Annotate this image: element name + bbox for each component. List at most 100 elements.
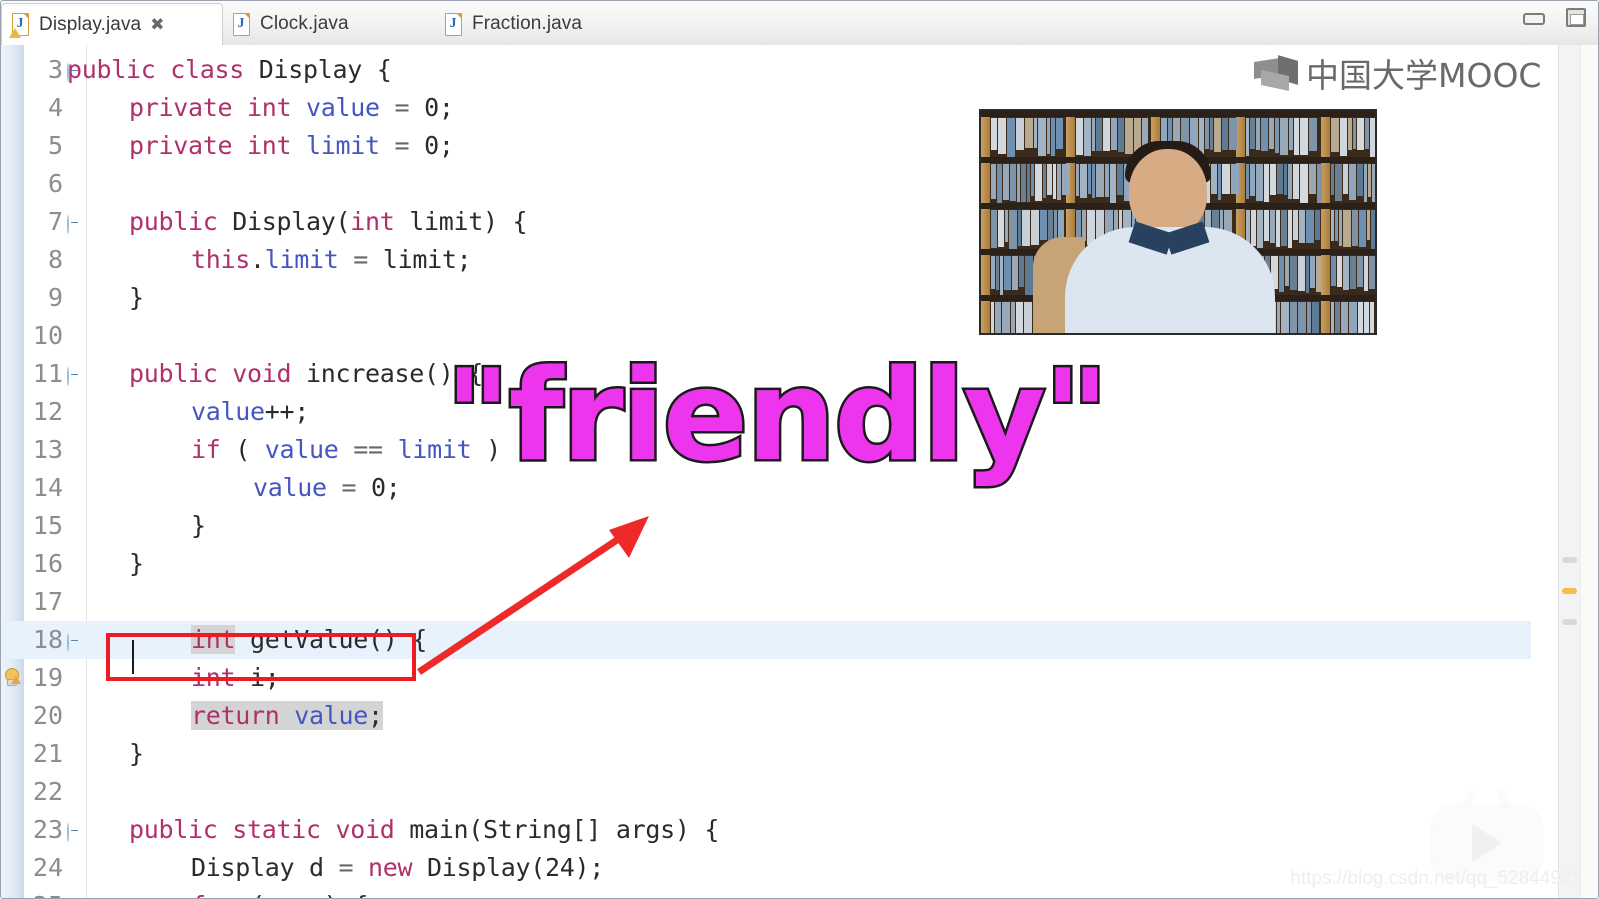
book xyxy=(1199,118,1204,154)
book xyxy=(1276,210,1280,247)
line-number: 13 xyxy=(32,435,63,464)
book xyxy=(1364,164,1367,202)
line-number: 11 xyxy=(32,359,63,388)
line-number: 17 xyxy=(32,587,63,616)
code-token: public xyxy=(129,359,233,388)
code-text: private int limit = 0; xyxy=(129,127,454,165)
code-line[interactable]: 17 xyxy=(1,583,1531,621)
book xyxy=(1250,164,1255,196)
book xyxy=(1080,164,1087,198)
code-text: } xyxy=(129,279,144,317)
book xyxy=(1269,118,1274,149)
book xyxy=(998,118,1006,154)
code-token: ( xyxy=(235,435,265,464)
book xyxy=(1096,164,1104,197)
book xyxy=(1364,256,1368,291)
code-token: value xyxy=(294,701,369,730)
code-text: int i; xyxy=(191,659,280,697)
window-controls xyxy=(1520,7,1590,29)
book xyxy=(1357,164,1363,196)
vertical-scrollbar[interactable] xyxy=(1580,45,1598,898)
line-number: 5 xyxy=(47,131,63,160)
book xyxy=(1205,118,1209,149)
code-line[interactable]: 16} xyxy=(1,545,1531,583)
book xyxy=(1341,302,1348,333)
book xyxy=(1349,302,1357,333)
book xyxy=(1040,210,1047,240)
code-line[interactable]: 20 return value; xyxy=(1,697,1531,735)
line-number: 12 xyxy=(32,397,63,426)
code-line[interactable]: 15} xyxy=(1,507,1531,545)
book xyxy=(1352,210,1358,246)
close-icon[interactable]: ✖ xyxy=(150,16,164,33)
book xyxy=(1331,118,1339,152)
minimize-icon[interactable] xyxy=(1520,7,1546,29)
book xyxy=(1331,164,1334,195)
book xyxy=(1111,118,1117,150)
overview-marker[interactable] xyxy=(1562,588,1577,594)
code-line[interactable]: 21} xyxy=(1,735,1531,773)
code-token: int xyxy=(191,663,251,692)
shelf-line xyxy=(981,111,1375,117)
code-token: . xyxy=(250,245,265,274)
tab-display-java[interactable]: J Display.java ✖ xyxy=(1,3,223,45)
book xyxy=(1348,118,1352,150)
code-token: } xyxy=(129,549,144,578)
book xyxy=(1035,164,1042,201)
book xyxy=(1118,118,1124,152)
code-token: if xyxy=(191,435,236,464)
eclipse-window: J Display.java ✖ J Clock.java J Fraction… xyxy=(0,0,1599,899)
book xyxy=(1300,164,1308,203)
code-text: public void increase() { xyxy=(129,355,483,393)
book xyxy=(1025,256,1033,295)
book xyxy=(998,210,1004,247)
code-token: getValue() { xyxy=(235,625,428,654)
code-token: ++; xyxy=(264,397,310,426)
book xyxy=(1011,302,1015,333)
code-token: 0; xyxy=(424,93,454,122)
code-token: } xyxy=(129,283,144,312)
warning-bulb-icon[interactable] xyxy=(2,667,22,687)
fold-toggle-icon[interactable] xyxy=(67,823,82,842)
code-line[interactable]: 19 int i; xyxy=(1,659,1531,697)
fold-toggle-icon[interactable] xyxy=(67,367,82,386)
book xyxy=(991,118,997,150)
book xyxy=(1034,118,1037,148)
maximize-icon[interactable] xyxy=(1564,7,1590,29)
open-book-icon xyxy=(1254,55,1300,91)
book xyxy=(1281,210,1287,246)
book xyxy=(1331,210,1334,241)
code-line[interactable]: 18 int getValue() { xyxy=(1,621,1531,659)
code-token: limit) { xyxy=(409,207,528,236)
book xyxy=(1000,256,1003,295)
overview-marker[interactable] xyxy=(1562,557,1577,563)
tab-fraction-java[interactable]: J Fraction.java xyxy=(435,3,651,45)
book xyxy=(1306,256,1309,293)
code-token: ( ;; ) { xyxy=(250,891,368,898)
book xyxy=(1298,256,1305,291)
overview-ruler[interactable] xyxy=(1558,45,1580,898)
book xyxy=(1367,210,1370,240)
code-token: public xyxy=(129,207,233,236)
code-token: value xyxy=(191,397,265,426)
book xyxy=(1331,256,1336,286)
line-number: 23 xyxy=(32,815,63,844)
book xyxy=(1218,164,1221,200)
book xyxy=(1016,118,1024,150)
code-text: return value; xyxy=(191,697,383,735)
book xyxy=(1335,302,1340,333)
code-line[interactable]: 22 xyxy=(1,773,1531,811)
book xyxy=(1298,302,1306,333)
book xyxy=(1343,210,1351,247)
code-token: Display d xyxy=(191,853,339,882)
fold-toggle-icon[interactable] xyxy=(67,633,82,652)
book xyxy=(1290,256,1297,290)
book xyxy=(1256,164,1263,201)
book xyxy=(1004,256,1011,290)
book xyxy=(1057,164,1061,200)
editor-tab-bar: J Display.java ✖ J Clock.java J Fraction… xyxy=(1,1,1598,46)
overview-marker[interactable] xyxy=(1562,619,1577,625)
tab-clock-java[interactable]: J Clock.java xyxy=(223,3,435,45)
code-line[interactable]: 23 public static void main(String[] args)… xyxy=(1,811,1531,849)
fold-toggle-icon[interactable] xyxy=(67,215,82,234)
